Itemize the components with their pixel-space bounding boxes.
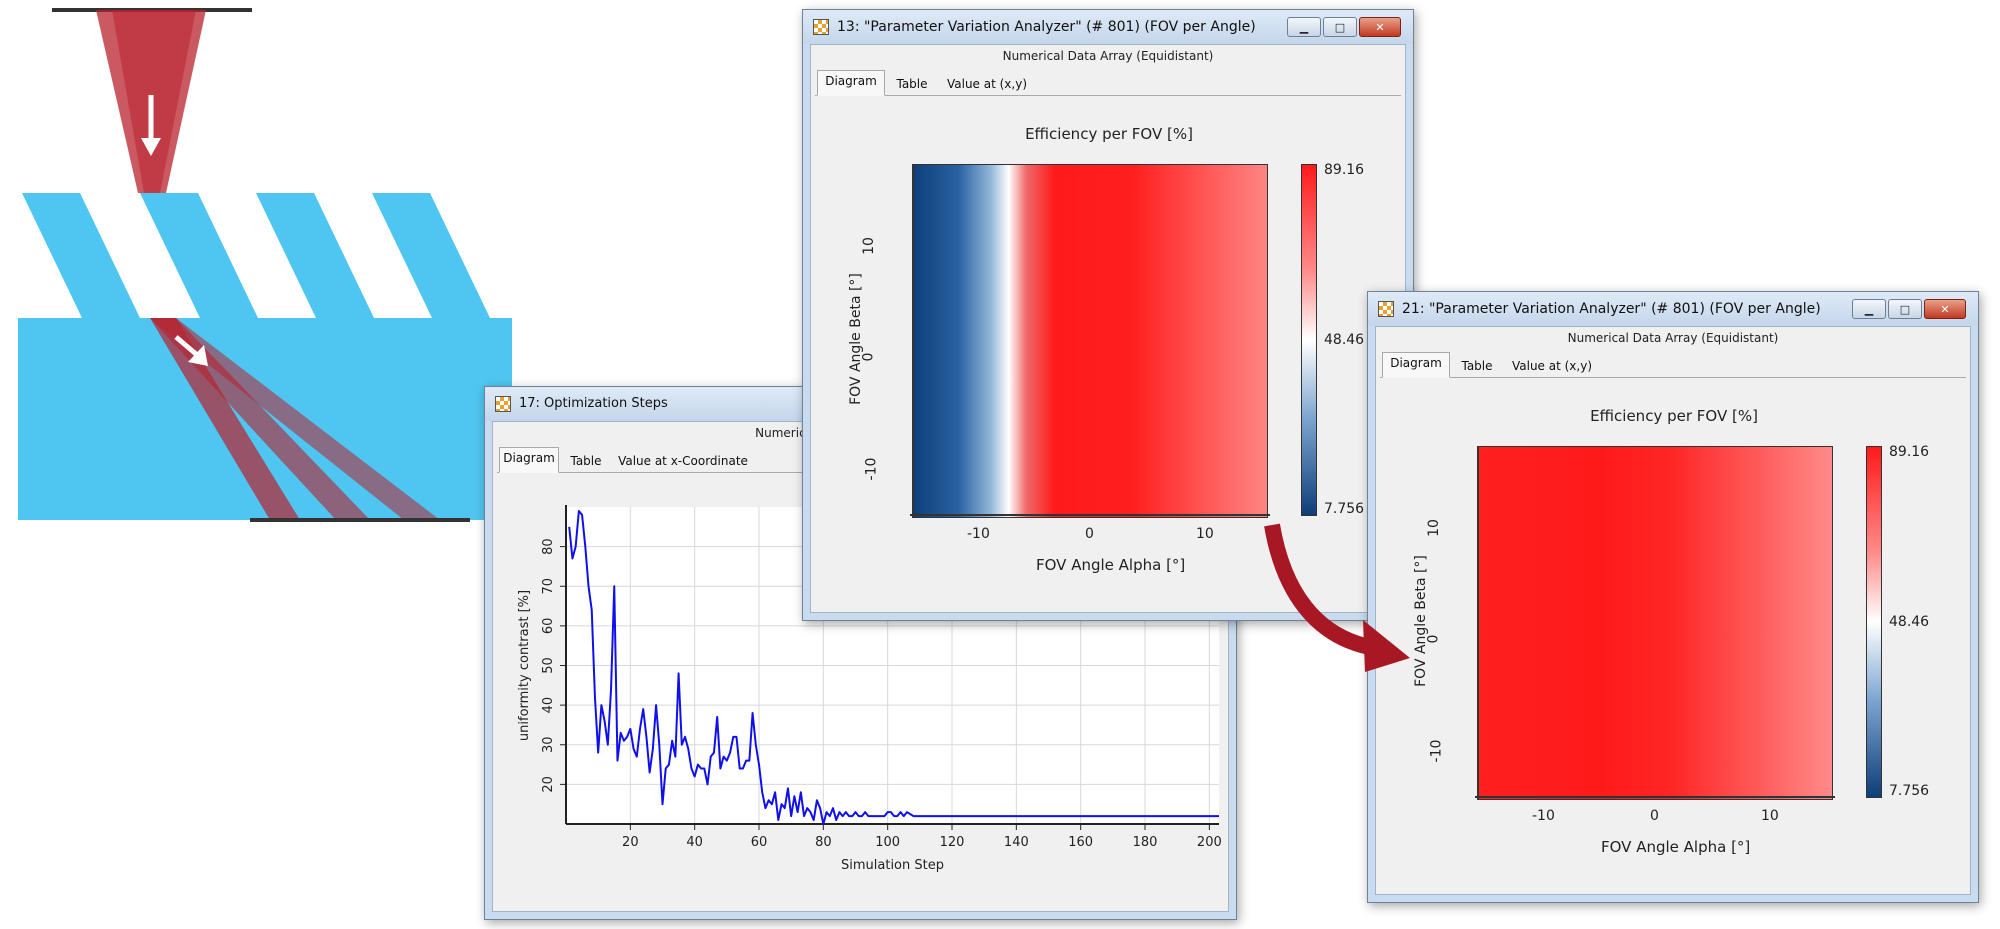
x-tick-label: 120 [940,835,965,850]
tab-bar: Diagram Table Value at (x,y) [1380,351,1966,378]
window-title: 21: "Parameter Variation Analyzer" (# 80… [1402,301,1821,317]
colorbar-min-label: 7.756 [1324,501,1365,517]
x-tick-label: 200 [1197,835,1222,850]
fov-window-21: 21: "Parameter Variation Analyzer" (# 80… [1367,291,1979,903]
chart-title: Efficiency per FOV [%] [1025,125,1193,143]
minimize-button[interactable]: ▁ [1852,299,1886,319]
y-tick-label: 10 [1425,519,1442,537]
window-subtitle: Numerical Data Array (Equidistant) [1567,331,1779,345]
x-tick-label: 160 [1068,835,1093,850]
curved-arrow [1264,523,1410,672]
minimize-button[interactable]: ▁ [1287,17,1321,37]
x-tick-label: -10 [1532,808,1555,824]
window-subtitle: Numerical Data Array (Equidistant) [1002,49,1214,63]
x-tick-label: 10 [1761,808,1779,824]
x-tick-label: -10 [967,526,990,542]
heatmap-plot[interactable] [912,164,1268,518]
y-tick-label: -10 [1428,739,1445,763]
tab-value-at-x-coordinate[interactable]: Value at x-Coordinate [613,450,753,472]
y-tick-label: 20 [541,776,556,793]
x-axis-label: Simulation Step [841,858,944,873]
maximize-button[interactable]: □ [1888,299,1922,319]
y-axis [1469,446,1479,800]
x-tick-label: 140 [1004,835,1029,850]
tab-table[interactable]: Table [561,450,611,472]
y-axis-label: uniformity contrast [%] [517,590,532,741]
y-tick-label: -10 [863,457,880,481]
y-tick-label: 40 [541,697,556,714]
tab-diagram[interactable]: Diagram [817,70,885,96]
grating-tooth [22,193,140,318]
colorbar-max-label: 89.16 [1324,162,1365,178]
chart-title: Efficiency per FOV [%] [1590,407,1758,425]
app-icon [813,19,829,35]
x-axis-label: FOV Angle Alpha [°] [1601,838,1751,856]
tab-diagram[interactable]: Diagram [499,447,559,473]
x-tick-label: 20 [622,835,639,850]
tab-table[interactable]: Table [1452,355,1502,377]
y-axis [904,164,914,518]
x-tick-label: 100 [875,835,900,850]
tab-table[interactable]: Table [887,73,937,95]
grating-illustration [18,8,512,522]
tab-value-at-xy[interactable]: Value at (x,y) [1504,355,1600,377]
heatmap-plot[interactable] [1477,446,1833,800]
window-title: 13: "Parameter Variation Analyzer" (# 80… [837,19,1256,35]
title-bar[interactable]: 13: "Parameter Variation Analyzer" (# 80… [803,10,1413,44]
x-tick-label: 80 [815,835,832,850]
window-title: 17: Optimization Steps [519,396,668,411]
app-icon [495,396,511,412]
title-bar[interactable]: 21: "Parameter Variation Analyzer" (# 80… [1368,292,1978,326]
diagram-pane: Efficiency per FOV [%] -10 0 10 10 0 -10… [1381,378,1965,889]
y-tick-label: 10 [860,237,877,255]
arrow-head [1363,620,1410,672]
x-tick-label: 0 [1085,526,1094,542]
x-tick-label: 180 [1133,835,1158,850]
x-tick-label: 60 [751,835,768,850]
grating-tooth [256,193,374,318]
colorbar [1866,446,1882,798]
tab-bar: Diagram Table Value at (x,y) [815,69,1401,96]
colorbar-mid-label: 48.46 [1889,614,1930,630]
colorbar-mid-label: 48.46 [1324,332,1365,348]
y-tick-label: 50 [541,657,556,674]
tab-diagram[interactable]: Diagram [1382,352,1450,378]
x-tick-label: 0 [1650,808,1659,824]
x-axis [1475,796,1835,806]
colorbar [1301,164,1317,516]
close-button[interactable]: ✕ [1359,17,1401,37]
maximize-button[interactable]: □ [1323,17,1357,37]
colorbar-max-label: 89.16 [1889,444,1930,460]
y-tick-label: 30 [541,736,556,753]
y-tick-label: 60 [541,618,556,635]
x-tick-label: 10 [1196,526,1214,542]
x-axis-label: FOV Angle Alpha [°] [1036,556,1186,574]
grating-tooth [140,193,258,318]
grating-tooth [372,193,490,318]
x-tick-label: 40 [686,835,703,850]
y-tick-label: 70 [541,578,556,595]
tab-value-at-xy[interactable]: Value at (x,y) [939,73,1035,95]
x-axis [910,514,1270,524]
y-axis-label: FOV Angle Beta [°] [848,273,864,405]
app-icon [1378,301,1394,317]
colorbar-min-label: 7.756 [1889,783,1930,799]
y-tick-label: 80 [541,538,556,555]
close-button[interactable]: ✕ [1924,299,1966,319]
